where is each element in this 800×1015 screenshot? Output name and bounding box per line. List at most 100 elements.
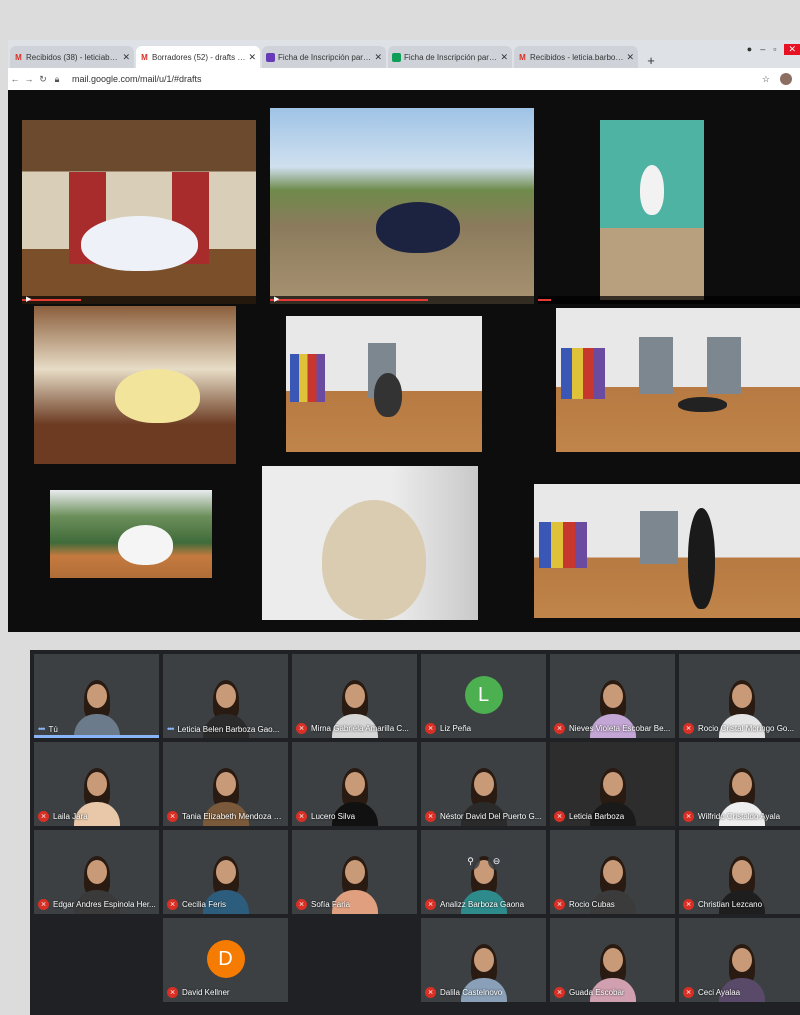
reload-icon[interactable]: ↻ [36, 74, 50, 85]
participant-tile[interactable]: ⨯ Christian Lezcano [679, 830, 800, 914]
video-controls[interactable]: ▶ [22, 296, 256, 304]
remove-icon[interactable]: ⊖ [487, 852, 506, 870]
back-icon[interactable]: ← [8, 74, 22, 84]
participant-tile[interactable]: ⨯ Cecilia Feris [163, 830, 288, 914]
tab-drafts[interactable]: M Borradores (52) - drafts - leticia ✕ [136, 46, 260, 68]
participant-tile[interactable]: ⨯ Rocio Cristal Moringo Go... [679, 654, 800, 738]
maximize-icon[interactable]: ▫ [773, 44, 776, 55]
participant-tile[interactable]: ••• Leticia Belen Barboza Gao... [163, 654, 288, 738]
mic-off-icon: ⨯ [425, 723, 436, 734]
participant-nametag: ⨯ Leticia Barboza [554, 811, 624, 822]
mic-off-icon: ⨯ [554, 811, 565, 822]
mic-off-icon: ⨯ [554, 899, 565, 910]
record-icon[interactable]: ● [747, 44, 752, 55]
new-tab-button[interactable]: + [642, 53, 660, 68]
mic-off-icon: ⨯ [296, 723, 307, 734]
participant-tile[interactable]: L ⨯ Liz Peña [421, 654, 546, 738]
meet-participant-grid: ••• Tú ••• Leticia Belen Barboza Gao... ⨯ Mir… [30, 650, 800, 1015]
participant-tile[interactable]: D ⨯ David Kellner [163, 918, 288, 1002]
participant-name: Tania Elizabeth Mendoza R... [182, 812, 285, 821]
participant-tile[interactable]: ⨯ Leticia Barboza [550, 742, 675, 826]
forward-icon[interactable]: → [22, 74, 36, 84]
close-icon[interactable]: ✕ [122, 52, 130, 63]
tab-inbox-2[interactable]: M Recibidos - leticia.barboza@ ✕ [514, 46, 638, 68]
mic-off-icon: ⨯ [167, 899, 178, 910]
participant-nametag: ⨯ Rocio Cubas [554, 899, 615, 910]
mic-off-icon: ⨯ [683, 811, 694, 822]
dance-video-8[interactable] [262, 466, 478, 620]
pin-icon[interactable]: ⚲ [461, 852, 480, 870]
minimize-icon[interactable]: – [760, 44, 765, 55]
participant-tile[interactable]: ⨯ Laila Jara [34, 742, 159, 826]
participant-name: Edgar Andres Espinola Her... [53, 900, 156, 909]
profile-avatar[interactable] [780, 73, 792, 85]
participant-tile[interactable]: ⚲ ⊖ ⨯ Analizz Barboza Gaona [421, 830, 546, 914]
video-controls[interactable]: ▶ [270, 296, 534, 304]
participant-tile[interactable]: ⨯ Ceci Ayalaa [679, 918, 800, 1002]
close-icon[interactable]: ✕ [248, 52, 256, 63]
star-icon[interactable]: ☆ [762, 74, 770, 85]
participant-name: Néstor David Del Puerto G... [440, 812, 542, 821]
active-speaker-bar [34, 735, 159, 738]
tab-inbox[interactable]: M Recibidos (38) - leticiabelen88@ ✕ [10, 46, 134, 68]
dance-video-3[interactable] [538, 108, 800, 304]
participant-tile[interactable]: ⨯ Edgar Andres Espinola Her... [34, 830, 159, 914]
lock-icon: 🔒︎ [54, 73, 60, 84]
participant-tile[interactable]: ⨯ Guada Escobar [550, 918, 675, 1002]
mic-off-icon: ⨯ [554, 987, 565, 998]
close-window-icon[interactable]: ✕ [784, 44, 800, 55]
close-icon[interactable]: ✕ [626, 52, 634, 63]
tile-hover-controls: ⚲ ⊖ [461, 852, 506, 870]
dance-video-7[interactable] [50, 490, 212, 578]
participant-nametag: ⨯ Néstor David Del Puerto G... [425, 811, 541, 822]
dance-video-5[interactable] [286, 316, 482, 452]
participant-nametag: ⨯ David Kellner [167, 987, 230, 998]
participant-nametag: ••• Leticia Belen Barboza Gao... [167, 724, 279, 734]
tab-strip: M Recibidos (38) - leticiabelen88@ ✕ M B… [8, 40, 800, 68]
participant-tile[interactable]: ⨯ Mirna Gabriela Amarilla C... [292, 654, 417, 738]
url-field[interactable]: mail.google.com/mail/u/1/#drafts [72, 74, 762, 84]
dance-video-6[interactable] [556, 308, 800, 452]
dance-video-1[interactable]: ▶ [22, 120, 256, 304]
participant-tile[interactable]: ⨯ Sofía Faria [292, 830, 417, 914]
participant-tile[interactable]: ⨯ Rocio Cubas [550, 830, 675, 914]
mic-off-icon: ⨯ [425, 899, 436, 910]
participant-name: Leticia Barboza [569, 812, 625, 821]
mic-off-icon: ⨯ [683, 899, 694, 910]
participant-tile[interactable]: ⨯ Dalila Castelnovo [421, 918, 546, 1002]
participant-name: Sofía Faria [311, 900, 351, 909]
play-icon[interactable]: ▶ [26, 296, 31, 304]
participant-name: Analizz Barboza Gaona [440, 900, 525, 909]
participant-tile[interactable]: ⨯ Tania Elizabeth Mendoza R... [163, 742, 288, 826]
mic-off-icon: ⨯ [38, 811, 49, 822]
participant-tile[interactable]: ⨯ Wilfrido Cristaldo Ayala [679, 742, 800, 826]
close-icon[interactable]: ✕ [374, 52, 382, 63]
participant-tile[interactable]: ⨯ Nieves Violeta Escobar Be... [550, 654, 675, 738]
close-icon[interactable]: ✕ [500, 52, 508, 63]
participant-name: Cecilia Feris [182, 900, 227, 909]
speaking-icon: ••• [38, 724, 46, 734]
empty-tile [34, 918, 159, 1002]
participant-tile[interactable]: ⨯ Néstor David Del Puerto G... [421, 742, 546, 826]
play-icon[interactable]: ▶ [274, 296, 279, 304]
mic-off-icon: ⨯ [38, 899, 49, 910]
tab-form[interactable]: Ficha de Inscripción para Pos ✕ [262, 46, 386, 68]
participant-name: Christian Lezcano [698, 900, 763, 909]
mic-off-icon: ⨯ [554, 723, 565, 734]
dance-video-9[interactable] [534, 484, 800, 618]
participant-name: Wilfrido Cristaldo Ayala [698, 812, 781, 821]
video-controls[interactable] [538, 296, 800, 304]
gmail-icon: M [15, 52, 22, 62]
dance-video-4[interactable] [34, 306, 236, 464]
participant-tile[interactable]: ••• Tú [34, 654, 159, 738]
tab-sheet[interactable]: Ficha de Inscripción para Pos ✕ [388, 46, 512, 68]
gmail-icon: M [141, 52, 148, 62]
window-controls: ● – ▫ ✕ [747, 44, 800, 55]
participant-name: Rocio Cristal Moringo Go... [698, 724, 795, 733]
sheets-icon [392, 52, 401, 62]
participant-nametag: ⨯ Sofía Faria [296, 899, 350, 910]
mic-off-icon: ⨯ [296, 899, 307, 910]
dance-video-2[interactable]: ▶ [270, 108, 534, 304]
browser-window: M Recibidos (38) - leticiabelen88@ ✕ M B… [8, 40, 800, 632]
participant-tile[interactable]: ⨯ Lucero Silva [292, 742, 417, 826]
